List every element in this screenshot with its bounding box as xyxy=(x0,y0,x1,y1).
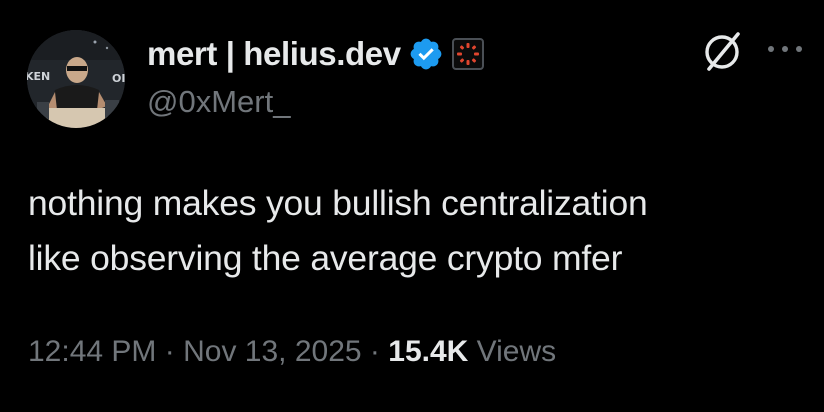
grok-icon[interactable] xyxy=(698,28,746,76)
display-name[interactable]: mert | helius.dev xyxy=(147,35,401,73)
meta-separator: · xyxy=(164,335,175,368)
tweet-text: nothing makes you bullish centralization… xyxy=(28,176,818,286)
tweet-text-line: nothing makes you bullish centralization xyxy=(28,183,648,223)
tweet-date[interactable]: Nov 13, 2025 xyxy=(183,335,361,368)
tweet-text-line: like observing the average crypto mfer xyxy=(28,238,623,278)
affiliate-badge-icon[interactable] xyxy=(451,38,484,70)
author-handle[interactable]: @0xMert_ xyxy=(147,84,290,120)
author-row: mert | helius.dev xyxy=(147,34,484,74)
svg-text:OI: OI xyxy=(112,72,125,85)
meta-separator: · xyxy=(369,335,380,368)
views-label: Views xyxy=(476,335,557,368)
verified-badge-icon xyxy=(408,36,444,72)
more-icon[interactable] xyxy=(764,36,806,62)
tweet-meta: 12:44 PM · Nov 13, 2025 · 15.4K Views xyxy=(28,335,556,369)
svg-text:KEN: KEN xyxy=(27,70,50,83)
views-count: 15.4K xyxy=(388,335,469,368)
tweet-card: KEN OI mert | helius.dev @0xMert_ nothin… xyxy=(0,0,824,412)
avatar[interactable]: KEN OI xyxy=(27,30,125,128)
tweet-time[interactable]: 12:44 PM xyxy=(28,335,156,368)
